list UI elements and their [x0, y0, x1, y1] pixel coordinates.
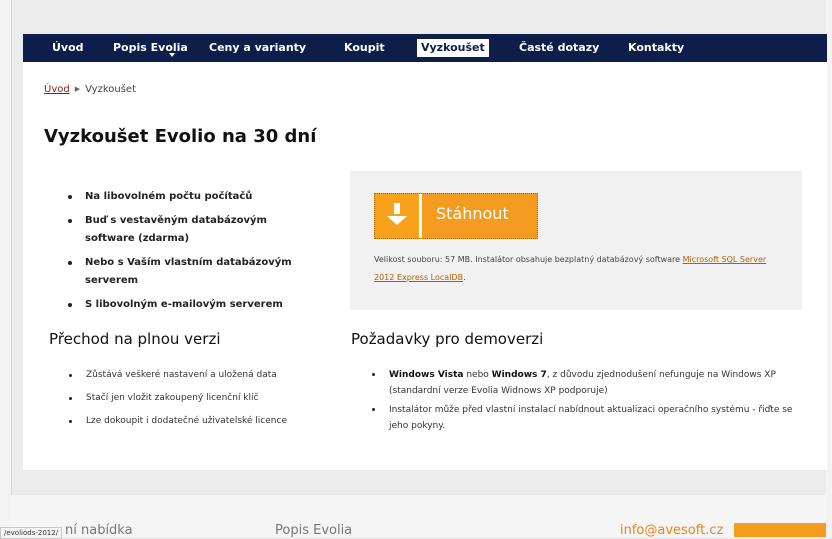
requirement-item: Instalátor může před vlastní instalací n…: [372, 402, 802, 434]
download-button-label: Stáhnout: [436, 204, 509, 223]
feature-item: Buď s vestavěným databázovým software (z…: [68, 212, 313, 248]
page-content: Úvod ▶ Vyzkoušet Vyzkoušet Evolio na 30 dn…: [23, 62, 827, 470]
breadcrumb-current: Vyzkoušet: [85, 84, 137, 95]
requirement-os-win7: Windows 7: [491, 370, 547, 380]
breadcrumb: Úvod ▶ Vyzkoušet: [44, 84, 136, 95]
download-info-end: .: [463, 273, 466, 282]
full-version-item: Stačí jen vložit zakoupený licenční klíč: [69, 391, 339, 406]
full-version-item: Lze dokoupit i dodatečné uživatelské lic…: [69, 414, 339, 429]
nav-item-ceny-a-varianty[interactable]: Ceny a varianty: [205, 39, 310, 57]
full-version-heading: Přechod na plnou verzi: [49, 330, 221, 348]
download-button[interactable]: Stáhnout: [374, 193, 538, 239]
page-title: Vyzkoušet Evolio na 30 dní: [44, 126, 317, 147]
feature-list: Na libovolném počtu počítačů Buď s vesta…: [68, 188, 313, 320]
breadcrumb-home-link[interactable]: Úvod: [44, 84, 70, 95]
status-bar-url: /evoliods-2012/: [0, 527, 63, 539]
feature-item: S libovolným e-mailovým serverem: [68, 296, 313, 314]
feature-item: Na libovolném počtu počítačů: [68, 188, 313, 206]
chevron-down-icon: [169, 53, 175, 57]
download-arrow-icon: [387, 203, 407, 225]
footer-email-link[interactable]: info@avesoft.cz: [620, 523, 723, 538]
browser-top-frame: [0, 0, 832, 18]
footer-popis-evolia[interactable]: Popis Evolia: [275, 523, 352, 538]
nav-item-koupit[interactable]: Koupit: [340, 39, 389, 57]
breadcrumb-separator-icon: ▶: [74, 85, 81, 93]
browser-left-frame: [0, 0, 12, 537]
main-navigation: Úvod Popis Evolia Ceny a varianty Koupit…: [23, 34, 827, 62]
requirements-heading: Požadavky pro demoverzi: [351, 330, 544, 348]
nav-item-kontakty[interactable]: Kontakty: [624, 39, 688, 57]
nav-item-vyzkouset[interactable]: Vyzkoušet: [417, 39, 489, 57]
feature-item: Nebo s Vaším vlastním databázovým server…: [68, 254, 313, 290]
requirements-list: Windows Vista nebo Windows 7, z důvodu z…: [372, 367, 802, 437]
footer-offer[interactable]: ní nabídka: [65, 523, 133, 538]
download-arrow-area: [375, 194, 419, 238]
nav-item-uvod[interactable]: Úvod: [48, 39, 88, 57]
full-version-item: Zůstává veškeré nastavení a uložená data: [69, 368, 339, 383]
full-version-list: Zůstává veškeré nastavení a uložená data…: [69, 368, 339, 437]
requirement-item: Windows Vista nebo Windows 7, z důvodu z…: [372, 367, 802, 399]
download-info-text: Velikost souboru: 57 MB. Instalátor obsa…: [374, 255, 683, 264]
download-panel: Stáhnout Velikost souboru: 57 MB. Instal…: [350, 171, 802, 310]
requirement-os-vista: Windows Vista: [389, 370, 464, 380]
nav-item-caste-dotazy[interactable]: Časté dotazy: [515, 39, 603, 57]
requirement-text: nebo: [463, 370, 492, 380]
nav-item-popis-evolia[interactable]: Popis Evolia: [109, 39, 192, 57]
footer-orange-block: [734, 523, 826, 537]
download-button-divider: [419, 194, 422, 238]
page-footer: ní nabídka Popis Evolia info@avesoft.cz: [11, 495, 826, 538]
download-info: Velikost souboru: 57 MB. Instalátor obsa…: [374, 251, 784, 287]
